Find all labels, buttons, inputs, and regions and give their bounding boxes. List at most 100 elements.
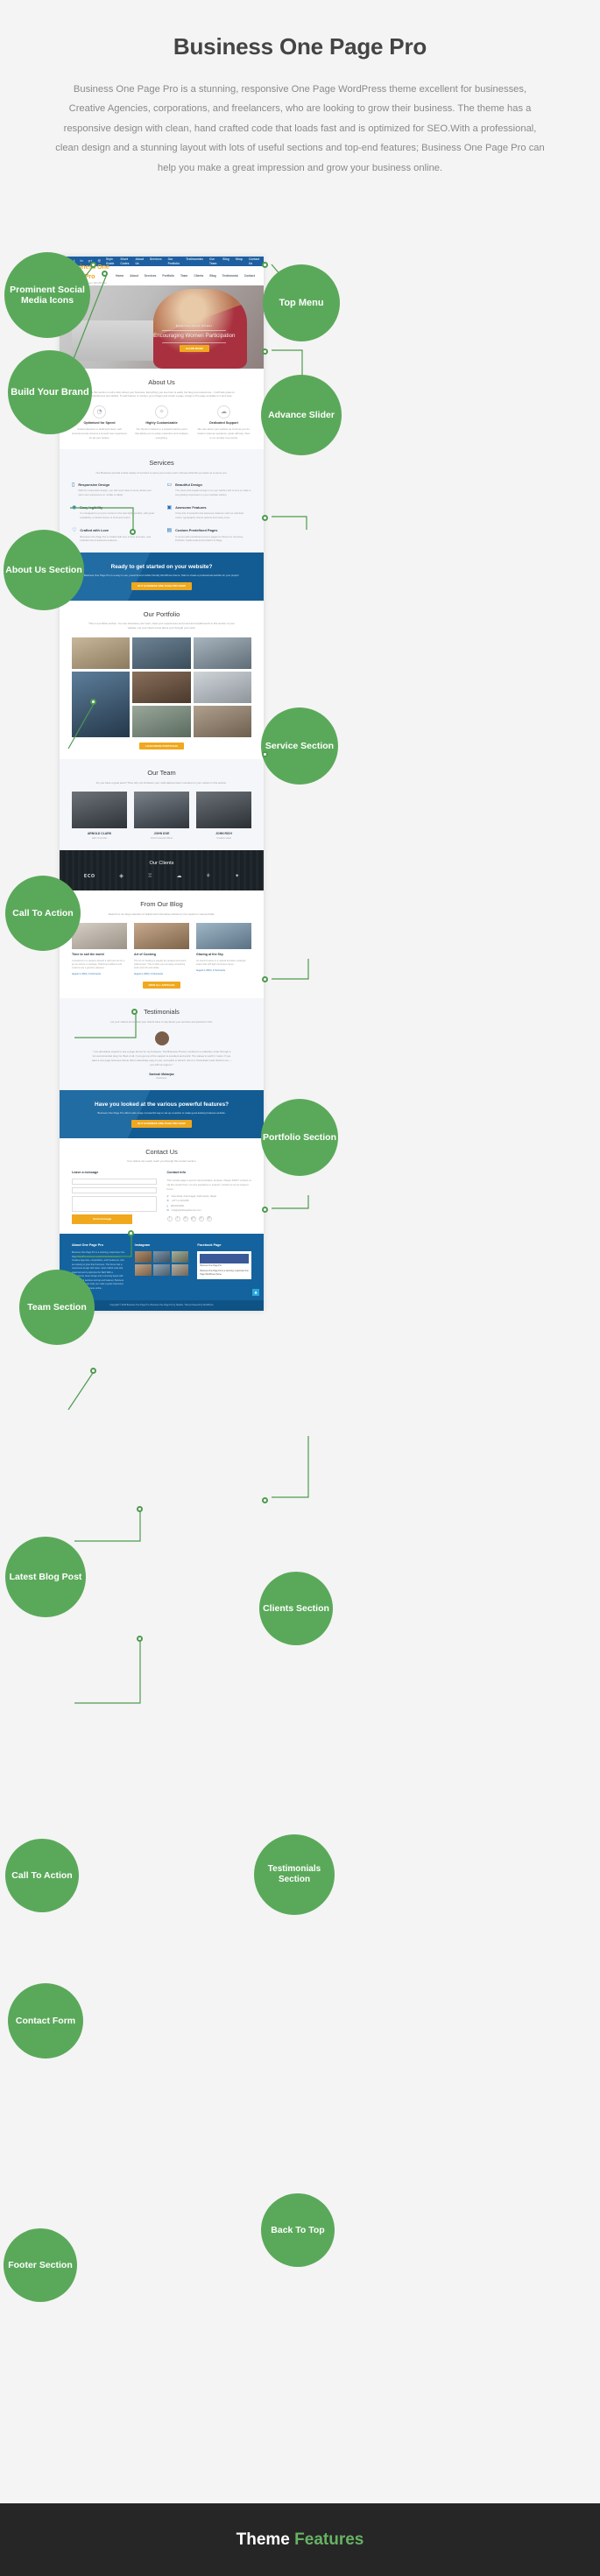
form-label: Leave a message xyxy=(72,1171,99,1175)
topbar-link[interactable]: About Us xyxy=(135,257,144,266)
portfolio-item[interactable] xyxy=(132,705,191,737)
googleplus-icon[interactable]: g+ xyxy=(190,1215,196,1221)
view-all-articles-button[interactable]: VIEW ALL ARTICLES xyxy=(142,981,181,989)
blog-post[interactable]: Glazing at the Sky An interior feature i… xyxy=(196,923,251,976)
topbar-link[interactable]: Testimonials xyxy=(186,257,203,266)
bubble-portfolio-section[interactable]: Portfolio Section xyxy=(261,1099,338,1176)
email-field[interactable] xyxy=(72,1187,157,1194)
cta-button[interactable]: BUY BUSINESS ONE PAGE PRO NOW xyxy=(131,1120,192,1128)
facebook-icon[interactable]: f xyxy=(166,1215,173,1221)
bubble-footer-section[interactable]: Footer Section xyxy=(4,2228,77,2302)
pinterest-icon[interactable]: p xyxy=(198,1215,204,1221)
portfolio-item[interactable] xyxy=(132,671,191,703)
portfolio-item[interactable] xyxy=(132,637,191,669)
portfolio-item[interactable] xyxy=(193,705,251,737)
about-feature: ✧ Highly Customizable Our theme is based… xyxy=(134,405,189,440)
instagram-thumb[interactable] xyxy=(152,1264,171,1277)
nav-item-contact[interactable]: Contact xyxy=(244,274,255,278)
topbar-link[interactable]: Shop xyxy=(236,257,243,266)
theme-preview-mockup: f t in g+ @ Style Guide Short Codes Abou… xyxy=(60,257,264,1311)
twitter-icon[interactable]: t xyxy=(174,1215,180,1221)
anchor-dot xyxy=(137,1506,143,1512)
blog-post-title[interactable]: Glazing at the Sky xyxy=(196,953,251,957)
bubble-advance-slider[interactable]: Advance Slider xyxy=(261,375,342,455)
nav-item-team[interactable]: Team xyxy=(180,274,187,278)
bubble-label: Advance Slider xyxy=(268,409,335,420)
main-nav[interactable]: Home About Services Portfolio Team Clien… xyxy=(116,274,255,278)
instagram-thumb[interactable] xyxy=(152,1251,171,1263)
bubble-call-to-action-2[interactable]: Call To Action xyxy=(5,1839,79,1912)
blog-post[interactable]: Time to sail the world A weekend or a va… xyxy=(72,923,127,976)
services-subtitle: Our Business provide a wide variety of s… xyxy=(95,470,228,475)
topbar-link[interactable]: Services xyxy=(150,257,162,266)
bubble-prominent-social-media-icons[interactable]: Prominent Social Media Icons xyxy=(4,252,90,338)
send-message-button[interactable]: Send message xyxy=(72,1214,133,1224)
bubble-clients-section[interactable]: Clients Section xyxy=(259,1572,333,1645)
service-item: ▭ Beautiful Design The clean and elegant… xyxy=(167,482,252,497)
linkedin-icon[interactable]: in xyxy=(182,1215,188,1221)
service-desc: It has lots of powerful and awesome feat… xyxy=(175,511,244,520)
nav-item-services[interactable]: Services xyxy=(145,274,157,278)
topbar-link[interactable]: Our Team xyxy=(209,257,216,266)
bubble-team-section[interactable]: Team Section xyxy=(19,1270,95,1345)
contact-subtitle: Your visitors can easily reach you throu… xyxy=(126,1159,197,1164)
testimonial-quote: “I am absolutely superb to see a page th… xyxy=(91,1049,232,1067)
band-title-green: Features xyxy=(294,2530,364,2549)
nav-item-clients[interactable]: Clients xyxy=(194,274,203,278)
topbar-link[interactable]: Our Portfolio xyxy=(168,257,180,266)
anchor-dot xyxy=(262,1497,268,1503)
client-logo-2: ◈ xyxy=(119,873,124,880)
blog-post[interactable]: Art of Cooking The Art of Cooking is equ… xyxy=(134,923,189,976)
footer-facebook-title: Facebook Page xyxy=(197,1242,222,1247)
client-logo-eco: ECO xyxy=(83,873,95,879)
bubble-about-us-section[interactable]: About Us Section xyxy=(4,530,84,610)
nav-item-blog[interactable]: Blog xyxy=(209,274,215,278)
instagram-thumb[interactable] xyxy=(172,1264,189,1277)
bubble-label: Back To Top xyxy=(271,2224,325,2235)
bubble-call-to-action-1[interactable]: Call To Action xyxy=(5,876,81,951)
bubble-contact-form[interactable]: Contact Form xyxy=(8,1983,83,2059)
eye-icon: ◉ xyxy=(72,503,77,510)
load-more-portfolio-button[interactable]: LOAD MORE PORTFOLIO xyxy=(139,742,184,750)
layout-icon: ▤ xyxy=(166,526,173,533)
bubble-latest-blog-post[interactable]: Latest Blog Post xyxy=(5,1537,86,1617)
support-icon: ☁ xyxy=(217,405,230,419)
bubble-top-menu[interactable]: Top Menu xyxy=(263,264,340,341)
nav-item-home[interactable]: Home xyxy=(116,274,124,278)
speed-gauge-icon: ◔ xyxy=(93,405,106,419)
nav-item-portfolio[interactable]: Portfolio xyxy=(162,274,174,278)
bubble-back-to-top[interactable]: Back To Top xyxy=(261,2193,335,2267)
instagram-thumb[interactable] xyxy=(134,1251,152,1263)
message-field[interactable] xyxy=(72,1196,157,1213)
team-role: CEO / Founder xyxy=(91,837,108,841)
anchor-dot xyxy=(90,1368,96,1374)
nav-item-about[interactable]: About xyxy=(130,274,138,278)
bubble-build-your-brand[interactable]: Build Your Brand xyxy=(8,350,92,434)
name-field[interactable] xyxy=(72,1179,157,1186)
facebook-page-card[interactable]: Business One Page Pro Business One Page … xyxy=(197,1251,252,1280)
back-to-top-button[interactable]: ▲ xyxy=(252,1289,259,1297)
topbar-link[interactable]: Blog xyxy=(222,257,229,266)
nav-item-testimonial[interactable]: Testimonial xyxy=(222,274,238,278)
portfolio-item[interactable] xyxy=(72,637,131,669)
team-photo xyxy=(196,792,251,829)
rss-icon[interactable]: @ xyxy=(206,1215,212,1221)
blog-post-title[interactable]: Art of Cooking xyxy=(134,953,189,957)
team-subtitle: Do you have a great team? Then why not i… xyxy=(96,780,227,785)
bubble-service-section[interactable]: Service Section xyxy=(261,707,338,785)
slider-cta-button[interactable]: LEARN MORE xyxy=(179,344,209,352)
portfolio-item[interactable] xyxy=(72,671,131,737)
portfolio-item[interactable] xyxy=(193,671,251,703)
blog-thumbnail xyxy=(134,923,189,950)
page-description: Business One Page Pro is a stunning, res… xyxy=(55,84,545,173)
instagram-thumb[interactable] xyxy=(172,1251,189,1263)
topbar-links[interactable]: Style Guide Short Codes About Us Service… xyxy=(106,257,259,266)
topbar-link[interactable]: Short Codes xyxy=(120,257,129,266)
bubble-testimonials-section[interactable]: Testimonials Section xyxy=(254,1834,335,1915)
instagram-thumb[interactable] xyxy=(134,1264,152,1277)
portfolio-item[interactable] xyxy=(193,637,251,669)
topbar-link[interactable]: Contact Us xyxy=(249,257,259,266)
blog-post-title[interactable]: Time to sail the world xyxy=(72,953,127,957)
service-title: Beautiful Design xyxy=(175,482,202,487)
cta-button[interactable]: BUY BUSINESS ONE PAGE PRO NOW xyxy=(131,582,192,590)
